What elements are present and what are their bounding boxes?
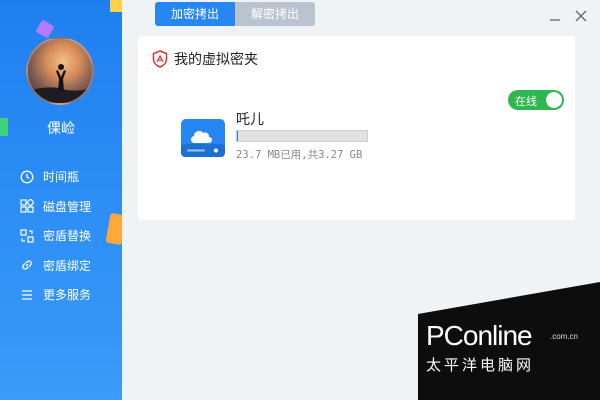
sidebar: 倮崄 时间瓶 磁盘管理 密盾替换 密盾绑定 更多服务 [0, 0, 122, 400]
watermark-domain: .com.cn [550, 332, 579, 341]
toggle-label: 在线 [515, 95, 537, 108]
storage-progress [236, 130, 368, 142]
minimize-button[interactable] [548, 8, 562, 22]
sidebar-item-time-bottle[interactable]: 时间瓶 [18, 162, 91, 192]
avatar[interactable] [26, 37, 94, 105]
vault-card: 我的虚拟密夹 在线 吒儿 23.7 MB已用,共3.27 GB [138, 36, 575, 220]
shield-icon [152, 50, 168, 72]
tab-encrypt-copy[interactable]: 加密拷出 [155, 2, 236, 26]
drive-usage: 23.7 MB已用,共3.27 GB [236, 149, 363, 161]
decor-shape [35, 19, 55, 39]
sidebar-nav: 时间瓶 磁盘管理 密盾替换 密盾绑定 更多服务 [18, 162, 91, 310]
menu-icon [18, 286, 36, 304]
link-icon [18, 256, 36, 274]
close-button[interactable] [574, 8, 588, 22]
watermark-cn: 太平洋电脑网 [426, 356, 535, 374]
sidebar-item-disk-management[interactable]: 磁盘管理 [18, 192, 91, 222]
cloud-drive-icon[interactable] [180, 118, 226, 162]
username: 倮崄 [47, 121, 75, 137]
sidebar-item-more-services[interactable]: 更多服务 [18, 280, 91, 310]
sidebar-item-label: 磁盘管理 [43, 199, 92, 214]
decor-shape [110, 0, 122, 12]
sidebar-item-shield-replace[interactable]: 密盾替换 [18, 221, 91, 251]
watermark-brand: PConline [426, 320, 533, 351]
toggle-knob [546, 92, 562, 108]
online-toggle[interactable]: 在线 [508, 90, 564, 110]
tab-bar: 加密拷出 解密拷出 [155, 2, 316, 26]
swap-icon [18, 227, 36, 245]
sidebar-item-shield-bind[interactable]: 密盾绑定 [18, 251, 91, 281]
sidebar-item-label: 密盾绑定 [43, 258, 92, 273]
sidebar-item-label: 更多服务 [43, 288, 92, 303]
clock-icon [18, 168, 36, 186]
close-icon [575, 10, 587, 22]
drive-name: 吒儿 [236, 112, 264, 128]
sidebar-item-label: 密盾替换 [43, 229, 92, 244]
watermark: PConline .com.cn 太平洋电脑网 [418, 282, 600, 400]
grid-icon [18, 197, 36, 215]
decor-shape [105, 212, 122, 246]
vault-title: 我的虚拟密夹 [174, 52, 258, 68]
minimize-icon [550, 19, 560, 21]
sidebar-item-label: 时间瓶 [43, 170, 80, 185]
tab-decrypt-copy[interactable]: 解密拷出 [235, 2, 316, 26]
storage-progress-fill [237, 131, 238, 141]
